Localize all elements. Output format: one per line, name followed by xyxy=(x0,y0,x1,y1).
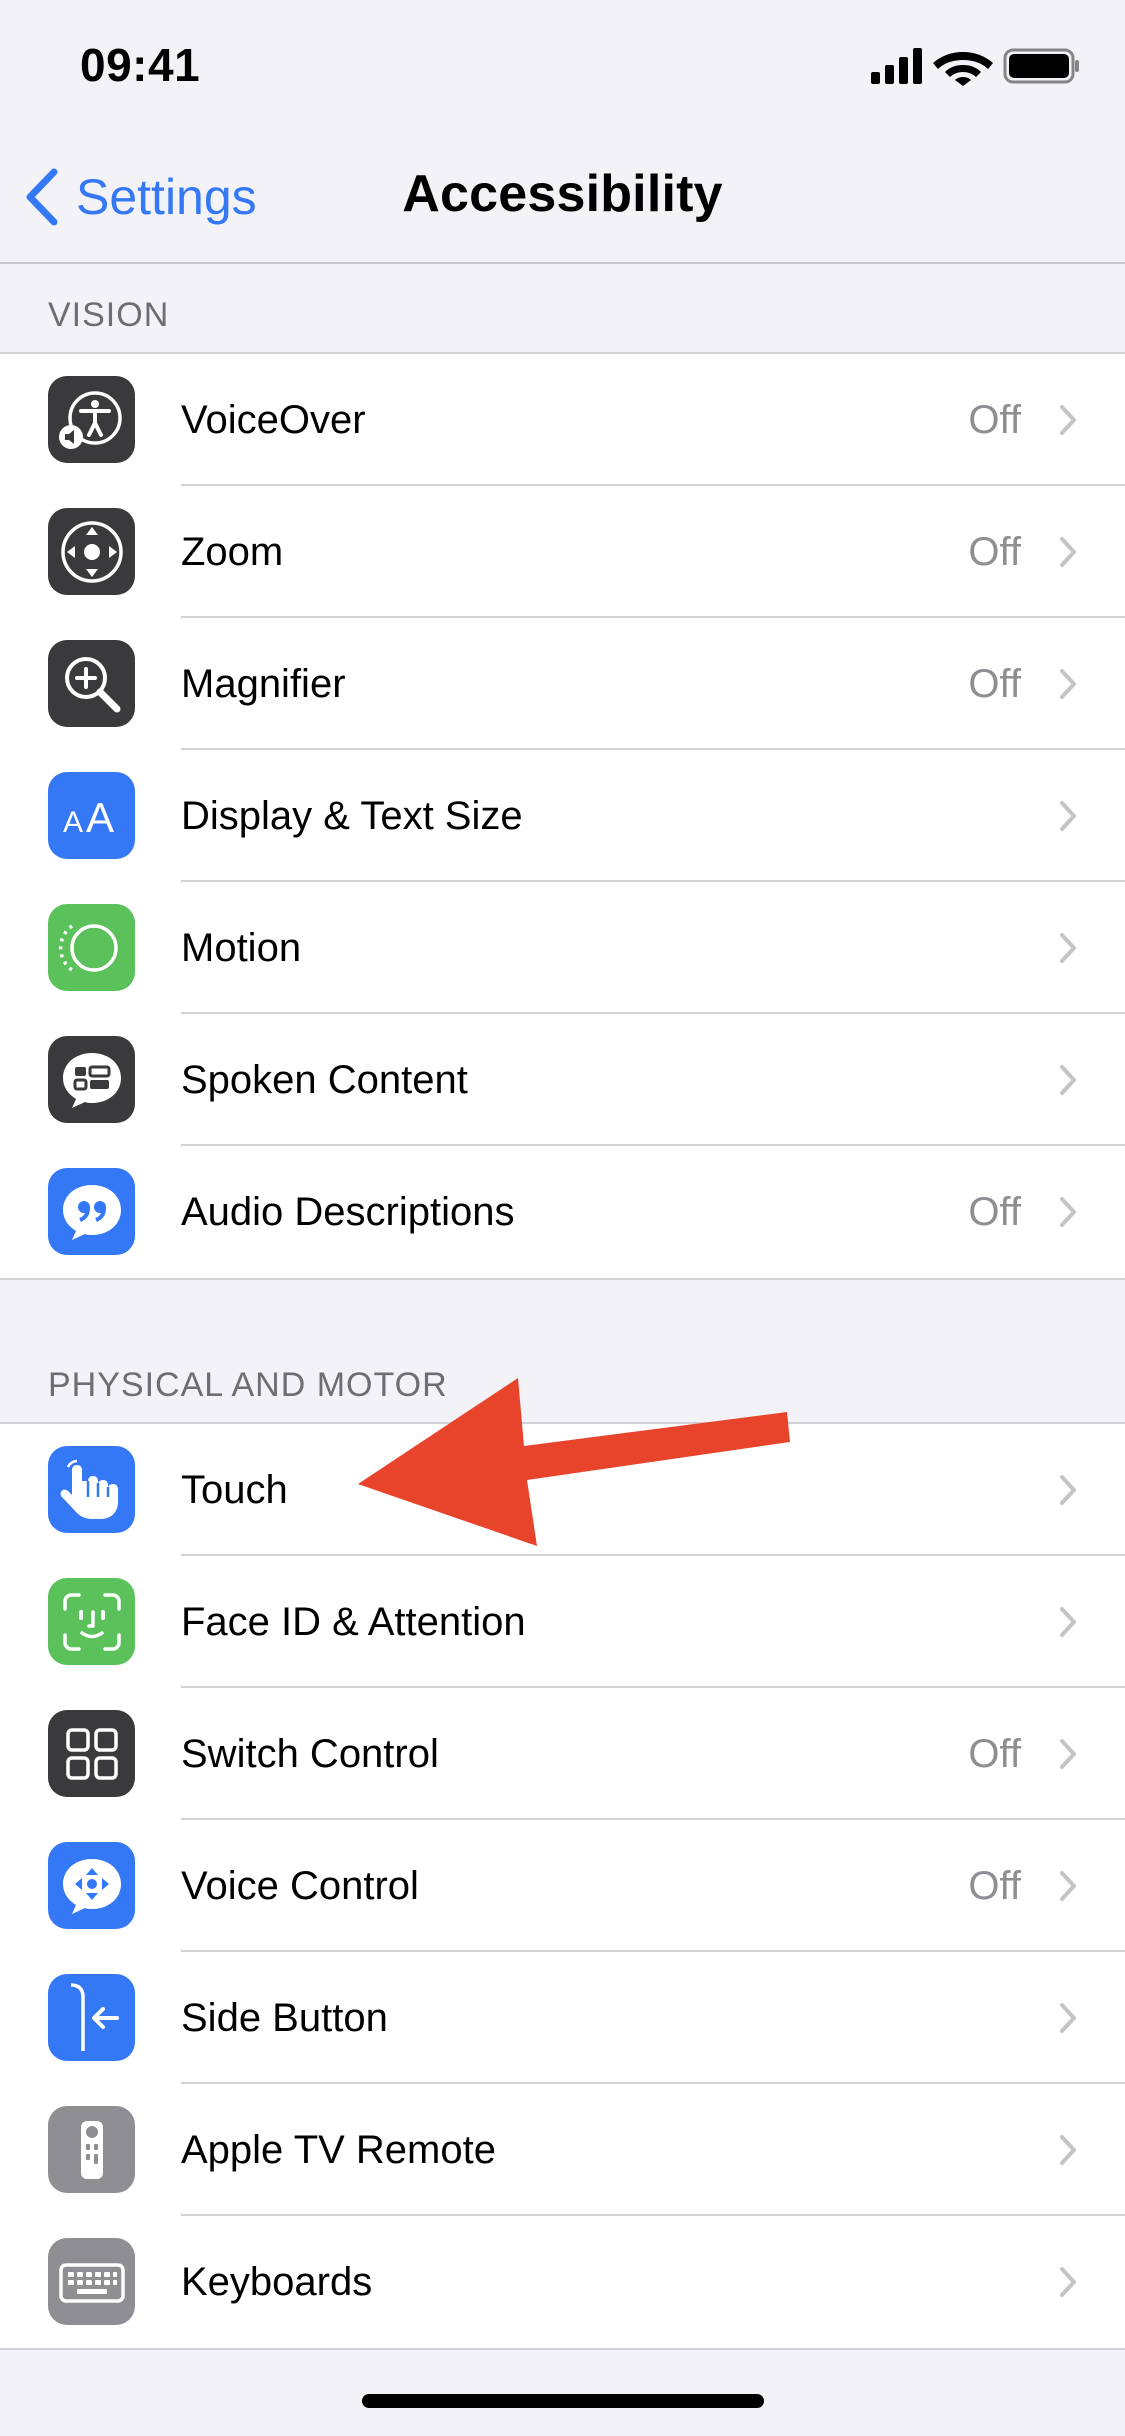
row-value: Off xyxy=(968,1864,1021,1908)
chevron-right-icon xyxy=(1060,1739,1076,1769)
row-label: Display & Text Size xyxy=(181,794,523,838)
magnifier-icon xyxy=(48,640,135,727)
row-motion[interactable]: Motion xyxy=(0,882,1125,1014)
motion-icon xyxy=(48,904,135,991)
row-label: VoiceOver xyxy=(181,398,366,442)
chevron-right-icon xyxy=(1060,801,1076,831)
touch-hand-icon xyxy=(48,1446,135,1533)
chevron-right-icon xyxy=(1060,1475,1076,1505)
row-label: Motion xyxy=(181,926,302,970)
row-value: Off xyxy=(968,398,1021,442)
row-value: Off xyxy=(968,530,1021,574)
row-value: Off xyxy=(968,1732,1021,1776)
tv-remote-icon xyxy=(48,2106,135,2193)
row-voiceover[interactable]: VoiceOver Off xyxy=(0,354,1125,486)
switch-control-icon xyxy=(48,1710,135,1797)
row-magnifier[interactable]: Magnifier Off xyxy=(0,618,1125,750)
page-title: Accessibility xyxy=(402,165,723,223)
chevron-right-icon xyxy=(1060,669,1076,699)
chevron-right-icon xyxy=(1060,537,1076,567)
spoken-content-icon xyxy=(48,1036,135,1123)
section-header-vision: VISION xyxy=(48,296,170,334)
chevron-right-icon xyxy=(1060,2267,1076,2297)
row-zoom[interactable]: Zoom Off xyxy=(0,486,1125,618)
row-voice-control[interactable]: Voice Control Off xyxy=(0,1820,1125,1952)
navigation-bar: Settings Accessibility xyxy=(0,132,1125,264)
audio-descriptions-icon xyxy=(48,1168,135,1255)
voiceover-icon xyxy=(48,376,135,463)
row-apple-tv-remote[interactable]: Apple TV Remote xyxy=(0,2084,1125,2216)
wifi-icon xyxy=(933,52,993,86)
row-label: Switch Control xyxy=(181,1732,439,1776)
chevron-right-icon xyxy=(1060,1607,1076,1637)
row-label: Touch xyxy=(181,1468,288,1512)
status-bar: 09:41 xyxy=(0,0,1125,132)
status-time: 09:41 xyxy=(80,39,201,91)
chevron-right-icon xyxy=(1060,933,1076,963)
row-label: Apple TV Remote xyxy=(181,2128,496,2172)
face-id-icon xyxy=(48,1578,135,1665)
chevron-right-icon xyxy=(1060,1065,1076,1095)
row-keyboards[interactable]: Keyboards xyxy=(0,2216,1125,2348)
row-audio-descriptions[interactable]: Audio Descriptions Off xyxy=(0,1146,1125,1278)
row-display-text-size[interactable]: A A Display & Text Size xyxy=(0,750,1125,882)
row-face-id-attention[interactable]: Face ID & Attention xyxy=(0,1556,1125,1688)
row-label: Magnifier xyxy=(181,662,346,706)
row-touch[interactable]: Touch xyxy=(0,1424,1125,1556)
voice-control-icon xyxy=(48,1842,135,1929)
row-spoken-content[interactable]: Spoken Content xyxy=(0,1014,1125,1146)
chevron-right-icon xyxy=(1060,1197,1076,1227)
physical-motor-group: Touch Face ID & Attention Switch Control… xyxy=(0,1422,1125,2350)
text-size-icon: A A xyxy=(48,772,135,859)
row-label: Spoken Content xyxy=(181,1058,468,1102)
row-label: Keyboards xyxy=(181,2260,373,2304)
side-button-icon xyxy=(48,1974,135,2061)
row-value: Off xyxy=(968,1190,1021,1234)
chevron-right-icon xyxy=(1060,2135,1076,2165)
vision-group: VoiceOver Off Zoom Off Magnifier Off A A… xyxy=(0,352,1125,1280)
section-header-physical-motor: PHYSICAL AND MOTOR xyxy=(48,1366,448,1404)
row-value: Off xyxy=(968,662,1021,706)
svg-text:A: A xyxy=(86,794,114,841)
cellular-signal-icon xyxy=(871,48,922,84)
svg-text:A: A xyxy=(63,806,83,839)
chevron-right-icon xyxy=(1060,1871,1076,1901)
row-label: Side Button xyxy=(181,1996,388,2040)
row-side-button[interactable]: Side Button xyxy=(0,1952,1125,2084)
row-label: Audio Descriptions xyxy=(181,1190,515,1234)
keyboard-icon xyxy=(48,2238,135,2325)
home-indicator xyxy=(362,2394,764,2408)
zoom-icon xyxy=(48,508,135,595)
row-label: Voice Control xyxy=(181,1864,419,1908)
status-icons xyxy=(871,46,1081,90)
row-label: Face ID & Attention xyxy=(181,1600,526,1644)
row-label: Zoom xyxy=(181,530,284,574)
chevron-right-icon xyxy=(1060,405,1076,435)
row-switch-control[interactable]: Switch Control Off xyxy=(0,1688,1125,1820)
chevron-right-icon xyxy=(1060,2003,1076,2033)
battery-icon xyxy=(1003,48,1079,84)
